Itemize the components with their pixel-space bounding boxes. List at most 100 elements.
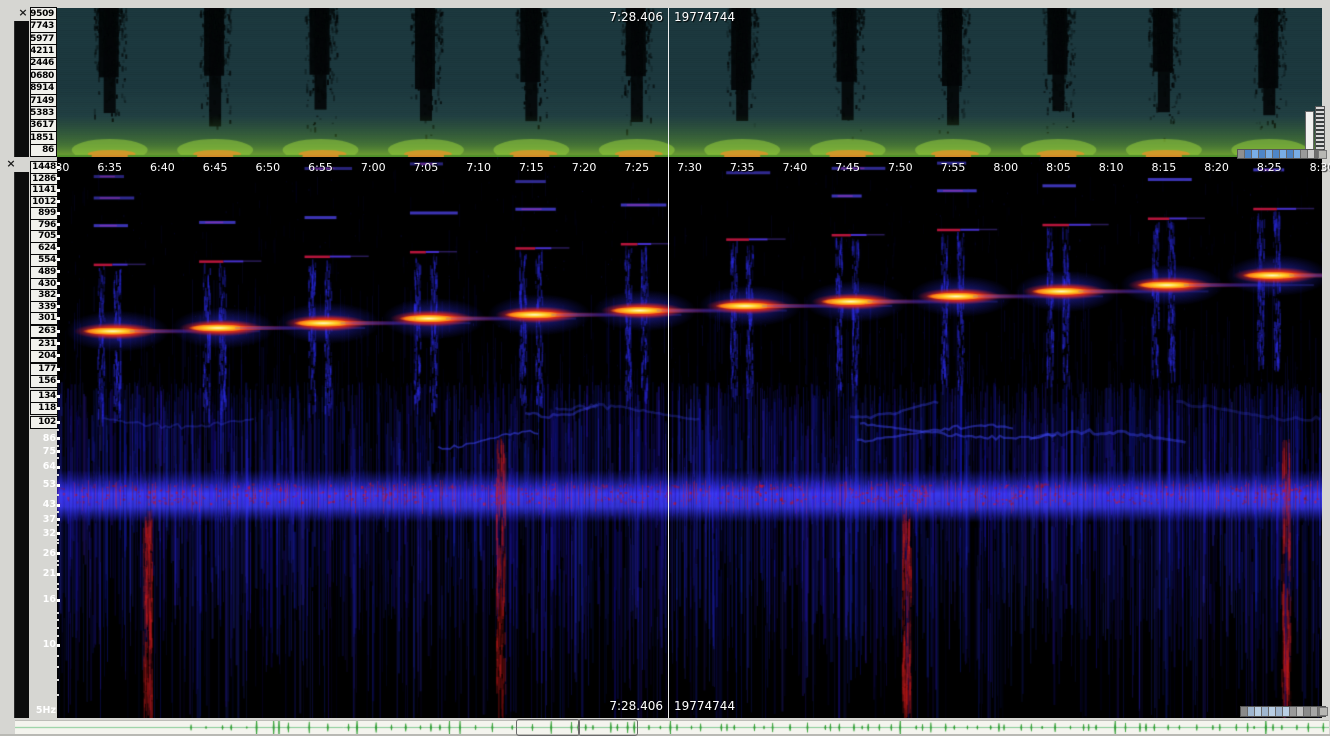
waterfall-freq-label: 64 xyxy=(30,461,56,472)
overview-spectrogram-canvas[interactable] xyxy=(57,8,1322,157)
waterfall-freq-label: 118 xyxy=(30,402,58,415)
freq-tick xyxy=(57,407,60,410)
waterfall-freq-label: 10 xyxy=(30,639,56,650)
freq-tick xyxy=(57,282,60,285)
overview-freq-label: 5383 xyxy=(30,106,57,119)
waterfall-spectrogram-canvas[interactable] xyxy=(57,157,1322,718)
waveform-selection-box[interactable] xyxy=(516,719,580,736)
waterfall-freq-label: 204 xyxy=(30,350,58,363)
indicator-cell xyxy=(1238,150,1245,158)
indicator-cell xyxy=(1304,707,1311,716)
time-axis-label: 7:25 xyxy=(624,161,649,174)
freq-tick xyxy=(57,305,60,308)
indicator-cell xyxy=(1297,707,1304,716)
time-axis-label: 7:20 xyxy=(572,161,597,174)
spectrogram-analyzer-window: × 19509177431597714211124461068089147149… xyxy=(0,0,1330,736)
freq-tick xyxy=(57,342,60,345)
freq-minor-tick xyxy=(57,635,59,637)
freq-minor-tick xyxy=(57,457,59,459)
freq-minor-tick xyxy=(57,666,59,668)
waterfall-freq-label: 26 xyxy=(30,548,56,559)
waterfall-position-indicator[interactable] xyxy=(1240,706,1326,717)
indicator-cell xyxy=(1273,150,1280,158)
time-axis-label: 7:00 xyxy=(361,161,386,174)
cursor-sample-top: 19774744 xyxy=(674,10,735,24)
overview-indicator-end-square[interactable] xyxy=(1318,150,1327,159)
waterfall-freq-label: 43 xyxy=(30,499,56,510)
freq-tick xyxy=(57,235,60,238)
time-axis-label: 8:20 xyxy=(1204,161,1229,174)
freq-tick xyxy=(57,421,60,424)
indicator-cell xyxy=(1280,150,1287,158)
overview-freq-label: 86 xyxy=(30,144,57,157)
overview-zoom-handle[interactable] xyxy=(1305,111,1314,151)
freq-tick xyxy=(57,450,60,453)
time-axis-label: 6:45 xyxy=(203,161,228,174)
freq-tick xyxy=(57,270,60,273)
time-axis-label: 7:55 xyxy=(941,161,966,174)
freq-tick xyxy=(57,258,60,261)
freq-minor-tick xyxy=(57,655,59,657)
cursor-time-bottom: 7:28.406 xyxy=(609,699,663,713)
freq-tick xyxy=(57,354,60,357)
waterfall-freq-label: 53 xyxy=(30,479,56,490)
freq-minor-tick xyxy=(57,539,59,541)
freq-minor-tick xyxy=(57,619,59,621)
freq-minor-tick xyxy=(57,560,59,562)
time-axis-label: 6:50 xyxy=(255,161,280,174)
waterfall-left-scroll-strip[interactable] xyxy=(14,172,29,718)
time-axis-label: 8:25 xyxy=(1257,161,1282,174)
overview-freq-label: 7149 xyxy=(30,94,57,107)
freq-minor-tick xyxy=(57,564,59,566)
overview-freq-label: 1851 xyxy=(30,131,57,144)
overview-freq-label: 3617 xyxy=(30,119,57,132)
freq-tick xyxy=(57,599,60,602)
indicator-cell xyxy=(1241,707,1248,716)
cursor-time-top: 7:28.406 xyxy=(609,10,663,24)
overview-zoom-ladder[interactable] xyxy=(1315,106,1325,154)
cursor-sample-bottom: 19774744 xyxy=(674,699,735,713)
time-axis-label: 8:15 xyxy=(1152,161,1177,174)
overview-panel-close-icon[interactable]: × xyxy=(17,7,29,19)
freq-tick xyxy=(57,223,60,226)
indicator-cell xyxy=(1311,707,1318,716)
freq-tick xyxy=(57,437,60,440)
freq-minor-tick xyxy=(57,429,59,431)
freq-tick xyxy=(57,552,60,555)
overview-position-indicator[interactable] xyxy=(1237,149,1323,159)
time-axis-label: 8:10 xyxy=(1099,161,1124,174)
overview-freq-axis: 1950917743159771421112446106808914714953… xyxy=(30,8,57,157)
waterfall-freq-label: 156 xyxy=(30,375,58,388)
freq-minor-tick xyxy=(57,588,59,590)
waveform-selection-box[interactable] xyxy=(578,719,638,736)
time-axis-label: 6:40 xyxy=(150,161,175,174)
freq-tick xyxy=(57,294,60,297)
overview-left-scroll-strip[interactable] xyxy=(14,21,29,157)
freq-tick xyxy=(57,380,60,383)
freq-tick xyxy=(57,395,60,398)
freq-tick xyxy=(57,317,60,320)
overview-freq-label: 8914 xyxy=(30,82,57,95)
freq-minor-tick xyxy=(57,445,59,447)
overview-freq-label: 12446 xyxy=(30,57,57,70)
time-axis-label: 7:30 xyxy=(677,161,702,174)
waterfall-panel-close-icon[interactable]: × xyxy=(5,158,17,170)
waterfall-freq-label: 489 xyxy=(30,266,58,279)
freq-minor-tick xyxy=(57,511,59,513)
freq-tick xyxy=(57,466,60,469)
indicator-cell xyxy=(1287,150,1294,158)
indicator-cell xyxy=(1301,150,1308,158)
waterfall-freq-label: 21 xyxy=(30,568,56,579)
freq-tick xyxy=(57,518,60,521)
indicator-cell xyxy=(1269,707,1276,716)
freq-minor-tick xyxy=(57,583,59,585)
time-axis-label: 8:00 xyxy=(993,161,1018,174)
indicator-cell xyxy=(1248,707,1255,716)
freq-tick xyxy=(57,368,60,371)
freq-tick xyxy=(57,189,60,192)
time-axis-label: 7:05 xyxy=(414,161,439,174)
waterfall-indicator-end-square[interactable] xyxy=(1319,707,1328,716)
overview-freq-label: 17743 xyxy=(30,19,57,32)
waveform-overview-canvas[interactable] xyxy=(15,721,1329,734)
indicator-cell xyxy=(1262,707,1269,716)
